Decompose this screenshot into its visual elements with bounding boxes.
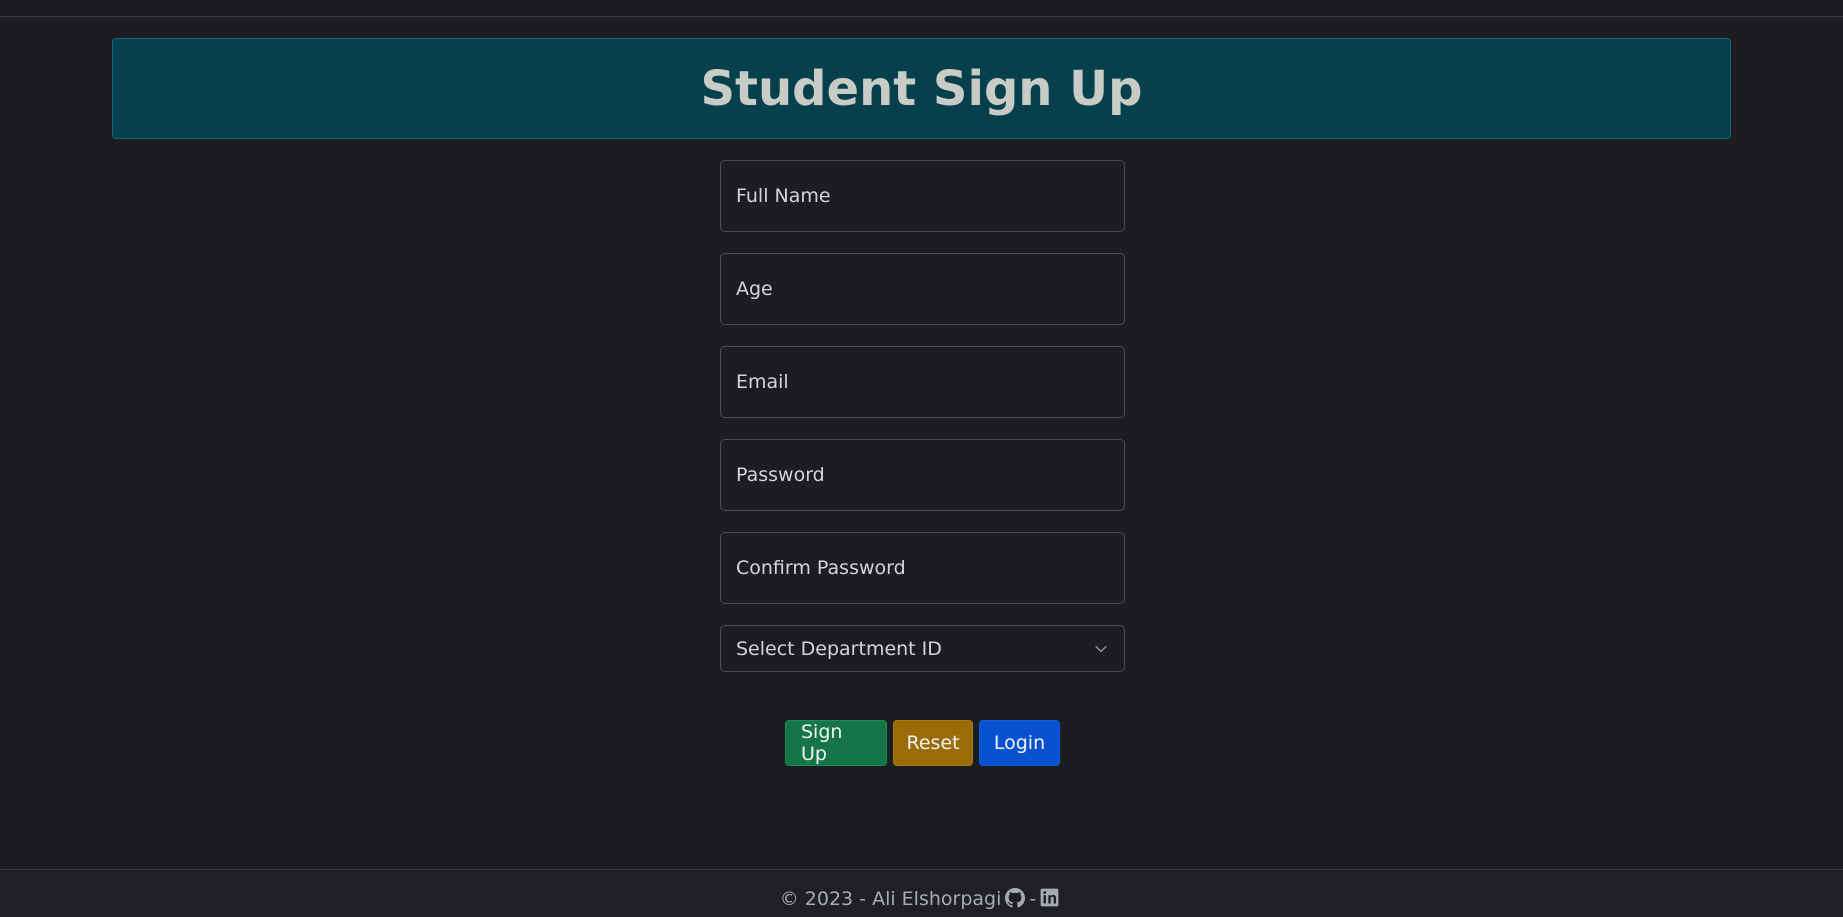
footer-separator: -	[1029, 888, 1037, 910]
chevron-down-icon	[1094, 642, 1108, 656]
confirm-password-input[interactable]: Confirm Password	[720, 532, 1125, 604]
footer-text: © 2023 - Ali Elshorpagi	[779, 888, 1002, 910]
department-select-value: Select Department ID	[736, 637, 942, 660]
reset-button[interactable]: Reset	[893, 720, 973, 766]
full-name-input[interactable]: Full Name	[720, 160, 1125, 232]
form-actions: Sign Up Reset Login	[785, 720, 1060, 766]
page-title: Student Sign Up	[700, 60, 1143, 117]
top-divider	[0, 16, 1843, 17]
github-icon[interactable]	[1005, 888, 1026, 908]
password-input[interactable]: Password	[720, 439, 1125, 511]
login-button[interactable]: Login	[979, 720, 1060, 766]
confirm-password-placeholder: Confirm Password	[736, 557, 906, 579]
header-banner: Student Sign Up	[112, 38, 1731, 139]
linkedin-icon[interactable]	[1040, 888, 1059, 907]
age-input[interactable]: Age	[720, 253, 1125, 325]
full-name-placeholder: Full Name	[736, 185, 831, 207]
age-placeholder: Age	[736, 278, 773, 300]
sign-up-button[interactable]: Sign Up	[785, 720, 887, 766]
footer: © 2023 - Ali Elshorpagi -	[0, 869, 1843, 917]
department-select[interactable]: Select Department ID	[720, 625, 1125, 672]
email-placeholder: Email	[736, 371, 789, 393]
email-input[interactable]: Email	[720, 346, 1125, 418]
signup-form: Full Name Age Email Password Confirm Pas…	[720, 160, 1125, 672]
password-placeholder: Password	[736, 464, 825, 486]
